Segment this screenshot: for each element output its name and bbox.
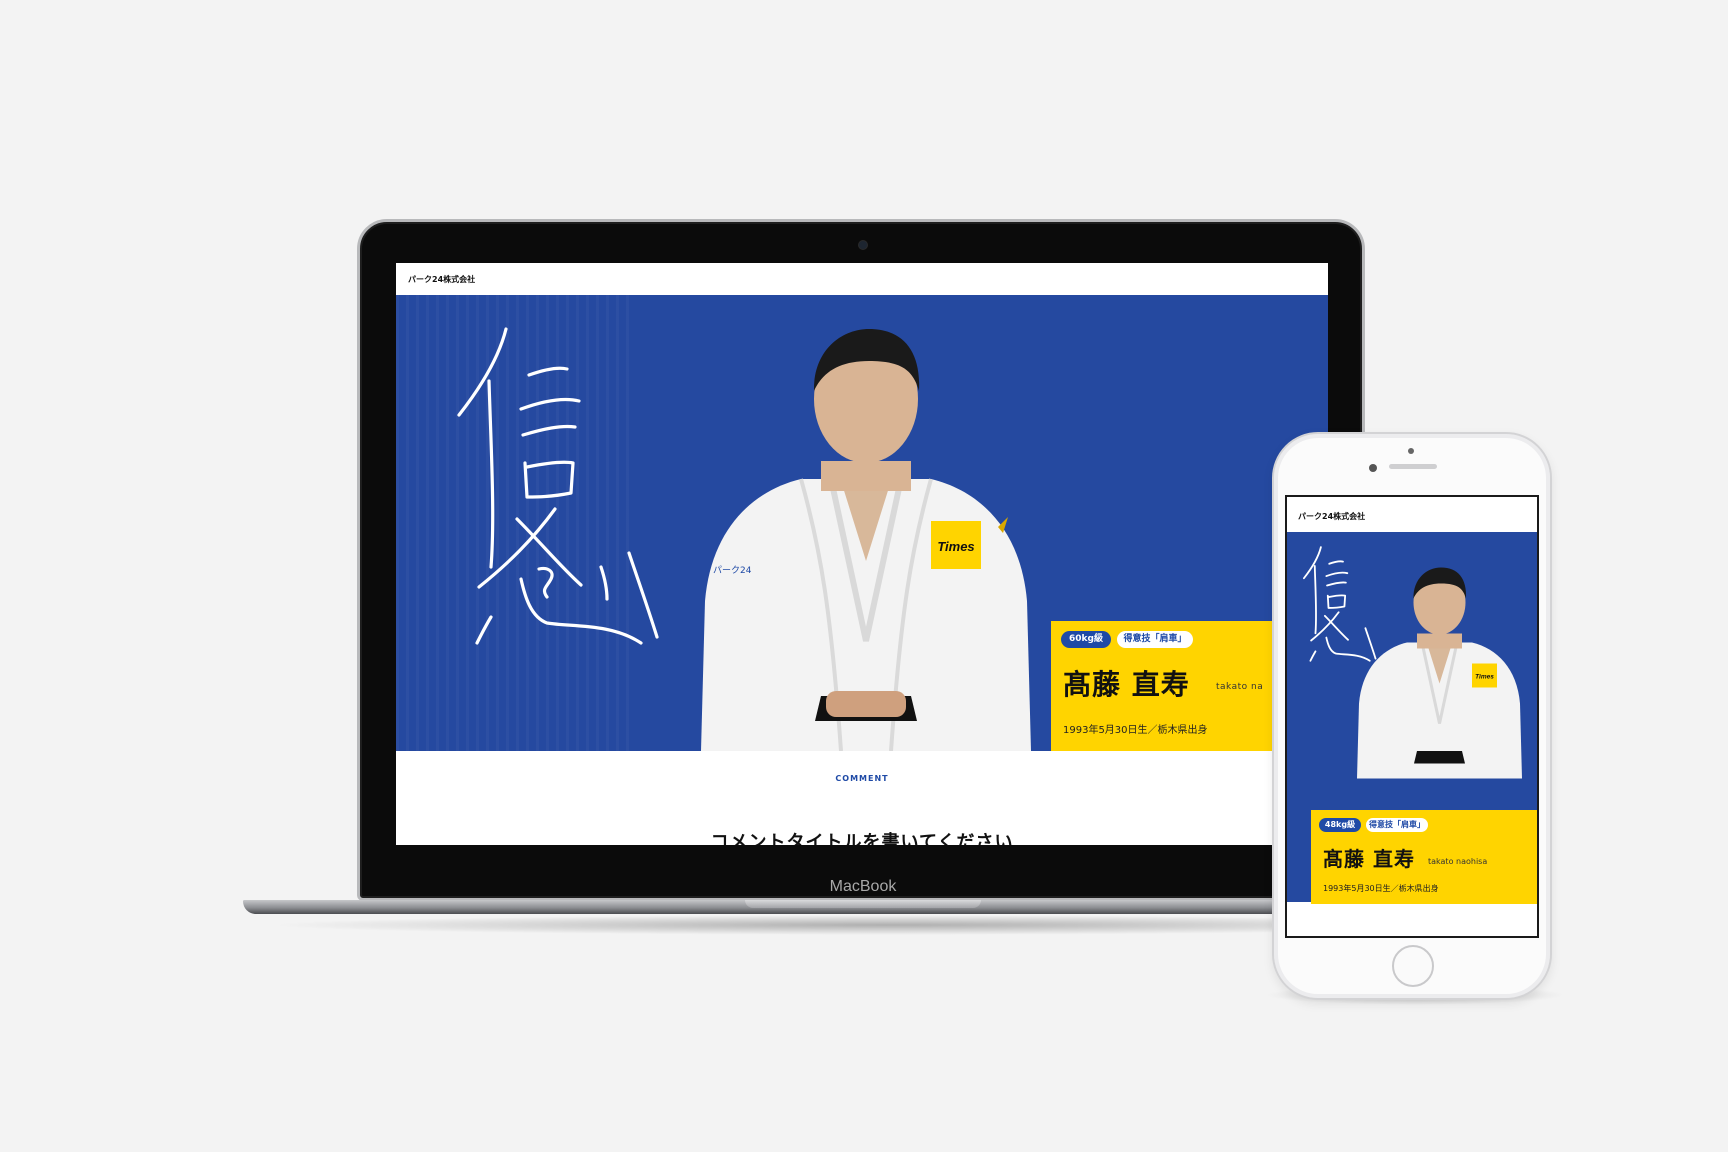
site-header: パーク24株式会社	[396, 263, 1328, 295]
athlete-birth-info-mobile: 1993年5月30日生／栃木県出身	[1323, 884, 1439, 893]
phone-camera	[1408, 448, 1414, 454]
company-logo-mobile[interactable]: パーク24株式会社	[1298, 511, 1365, 522]
device-mockup-stage: パーク24株式会社 Times パーク24 60kg級 得意技「肩車」 髙藤 直…	[0, 0, 1728, 1152]
phone-screen: パーク24株式会社 Times 48kg級 得意技「肩車」 髙藤 直寿 taka…	[1285, 495, 1539, 938]
athlete-photo: Times パーク24	[701, 329, 1031, 751]
laptop-opening-notch	[745, 900, 981, 908]
phone-home-button[interactable]	[1392, 945, 1434, 987]
athlete-name: 髙藤 直寿	[1063, 668, 1190, 701]
weight-class-badge: 60kg級	[1061, 631, 1111, 648]
comment-title: コメントタイトルを書いてください	[710, 832, 1014, 845]
laptop-screen: パーク24株式会社 Times パーク24 60kg級 得意技「肩車」 髙藤 直…	[396, 263, 1328, 845]
athlete-photo-mobile: Times	[1357, 567, 1522, 779]
sleeve-text: パーク24	[713, 565, 752, 576]
weight-class-badge-mobile: 48kg級	[1319, 818, 1361, 832]
laptop-brand-label: MacBook	[829, 878, 897, 895]
specialty-badge: 得意技「肩車」	[1117, 631, 1193, 648]
athlete-profile-card-mobile: 48kg級 得意技「肩車」 髙藤 直寿 takato naohisa 1993年…	[1311, 810, 1537, 904]
specialty-badge-mobile: 得意技「肩車」	[1366, 818, 1428, 832]
athlete-name-mobile: 髙藤 直寿	[1323, 847, 1415, 871]
athlete-name-roman-mobile: takato naohisa	[1428, 857, 1488, 866]
hero-section: Times パーク24 60kg級 得意技「肩車」 髙藤 直寿 takato n…	[396, 295, 1328, 751]
comment-section-label: COMMENT	[835, 774, 889, 783]
calligraphy-artwork	[457, 327, 659, 645]
athlete-name-roman: takato na	[1216, 682, 1264, 692]
phone-sensor	[1369, 464, 1377, 472]
company-logo[interactable]: パーク24株式会社	[408, 274, 475, 285]
laptop-camera	[859, 241, 867, 249]
athlete-birth-info: 1993年5月30日生／栃木県出身	[1063, 725, 1208, 736]
hero-section-mobile: Times 48kg級 得意技「肩車」 髙藤 直寿 takato naohisa…	[1287, 532, 1537, 904]
jacket-patch-text: Times	[937, 539, 974, 554]
jacket-patch-text-mobile: Times	[1475, 674, 1494, 681]
phone-speaker	[1389, 464, 1437, 469]
